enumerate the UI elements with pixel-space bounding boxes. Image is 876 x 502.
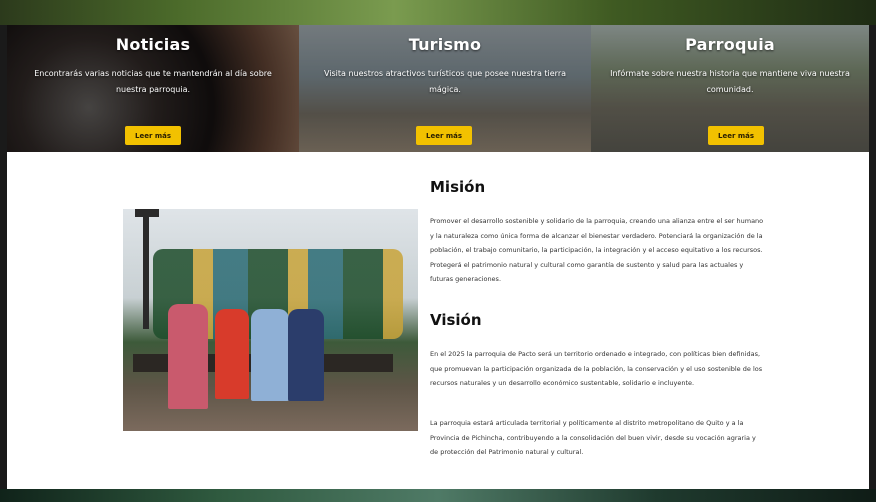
- community-photo: [123, 209, 418, 431]
- card-description: Visita nuestros atractivos turísticos qu…: [323, 69, 567, 94]
- top-banner-strip: [0, 0, 876, 25]
- card-noticias: Noticias Encontrarás varias noticias que…: [7, 25, 299, 152]
- person-4: [288, 309, 324, 401]
- card-title: Noticias: [115, 35, 191, 54]
- vision-text-1: En el 2025 la parroquia de Pacto será un…: [430, 350, 763, 388]
- mision-heading: Misión: [430, 178, 486, 196]
- card-description: Infórmate sobre nuestra historia que man…: [610, 69, 850, 94]
- footer-banner-strip: [0, 489, 876, 502]
- leer-mas-parroquia-button[interactable]: Leer más: [708, 126, 764, 145]
- hero-cards-row: Noticias Encontrarás varias noticias que…: [7, 25, 869, 152]
- left-frame-edge: [0, 25, 7, 495]
- card-title: Turismo: [408, 35, 482, 54]
- person-3: [251, 309, 289, 401]
- leer-mas-noticias-button[interactable]: Leer más: [125, 126, 181, 145]
- vision-text-2: La parroquia estará articulada territori…: [430, 419, 756, 457]
- person-1: [168, 304, 208, 409]
- right-frame-edge: [869, 25, 876, 495]
- street-lamp-head: [135, 209, 159, 217]
- leer-mas-turismo-button[interactable]: Leer más: [416, 126, 472, 145]
- card-title: Parroquia: [685, 35, 775, 54]
- person-2: [215, 309, 249, 399]
- card-turismo: Turismo Visita nuestros atractivos turís…: [299, 25, 591, 152]
- card-parroquia: Parroquia Infórmate sobre nuestra histor…: [591, 25, 869, 152]
- vision-heading: Visión: [430, 311, 482, 329]
- mision-text: Promover el desarrollo sostenible y soli…: [430, 217, 764, 284]
- card-description: Encontrarás varias noticias que te mante…: [34, 69, 272, 94]
- street-lamp: [143, 209, 149, 329]
